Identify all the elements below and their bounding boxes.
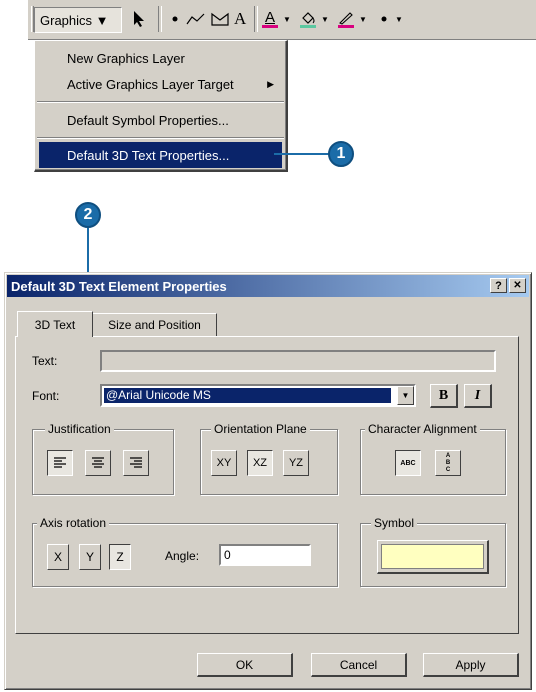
tab-panel: Text: Font: @Arial Unicode MS ▼ B I Just… — [15, 336, 519, 634]
plane-yz-button[interactable]: YZ — [283, 450, 309, 476]
italic-button[interactable]: I — [464, 384, 492, 408]
axis-y-button[interactable]: Y — [79, 544, 101, 570]
font-dropdown-button[interactable]: ▼ — [397, 386, 414, 405]
axis-rotation-group: Axis rotation X Y Z Angle: 0 — [32, 516, 338, 587]
apply-button[interactable]: Apply — [423, 653, 519, 677]
symbol-group: Symbol — [360, 516, 506, 587]
align-left-icon — [54, 457, 66, 468]
font-color-icon[interactable]: A — [262, 8, 278, 30]
marker-color-dropdown-icon[interactable]: ▼ — [395, 8, 403, 30]
point-tool-icon[interactable] — [171, 8, 179, 30]
character-alignment-group: Character Alignment ABC A B C — [360, 422, 506, 495]
vertical-alignment-button[interactable]: A B C — [435, 450, 461, 476]
fill-color-icon[interactable] — [300, 8, 316, 30]
submenu-arrow-icon: ▶ — [267, 78, 274, 89]
horizontal-alignment-button[interactable]: ABC — [395, 450, 421, 476]
dialog-title-bar[interactable]: Default 3D Text Element Properties ? ✕ — [7, 275, 529, 297]
text-tool-icon[interactable]: A — [234, 8, 246, 30]
graphics-menu-label: Graphics ▼ — [40, 12, 109, 28]
graphics-toolbar: Graphics ▼ A A ▼ ▼ ▼ ▼ — [28, 0, 536, 40]
callout-1: 1 — [328, 141, 354, 167]
menu-separator — [37, 101, 284, 103]
marker-color-icon[interactable] — [380, 8, 388, 30]
symbol-button[interactable] — [377, 540, 489, 574]
dialog-window: Default 3D Text Element Properties ? ✕ 3… — [4, 272, 532, 690]
align-left-button[interactable] — [47, 450, 73, 476]
align-center-icon — [92, 457, 104, 468]
menu-item-active-graphics-layer-target[interactable]: Active Graphics Layer Target ▶ — [39, 71, 282, 97]
tab-3d-text[interactable]: 3D Text — [17, 311, 93, 337]
close-button[interactable]: ✕ — [509, 278, 526, 293]
graphics-dropdown-menu: New Graphics Layer Active Graphics Layer… — [34, 40, 288, 172]
align-center-button[interactable] — [85, 450, 111, 476]
plane-xy-button[interactable]: XY — [211, 450, 237, 476]
orientation-plane-group: Orientation Plane XY XZ YZ — [200, 422, 338, 495]
symbol-swatch — [381, 544, 484, 569]
cancel-button[interactable]: Cancel — [311, 653, 407, 677]
axis-x-button[interactable]: X — [47, 544, 69, 570]
font-color-dropdown-icon[interactable]: ▼ — [283, 8, 291, 30]
font-color-swatch — [262, 25, 278, 28]
align-right-button[interactable] — [123, 450, 149, 476]
plane-xz-button[interactable]: XZ — [247, 450, 273, 476]
ok-button[interactable]: OK — [197, 653, 293, 677]
angle-input[interactable]: 0 — [219, 544, 311, 566]
close-icon: ✕ — [513, 280, 522, 291]
align-right-icon — [130, 457, 142, 468]
axis-z-button[interactable]: Z — [109, 544, 131, 570]
toolbar-separator — [254, 6, 258, 32]
fill-color-dropdown-icon[interactable]: ▼ — [321, 8, 329, 30]
fill-color-swatch — [300, 24, 316, 28]
toolbar-separator — [158, 6, 162, 32]
text-label: Text: — [32, 354, 58, 368]
tab-size-and-position[interactable]: Size and Position — [93, 313, 217, 336]
bold-button[interactable]: B — [430, 384, 458, 408]
text-input[interactable] — [100, 350, 496, 372]
line-color-dropdown-icon[interactable]: ▼ — [359, 8, 367, 30]
font-select[interactable]: @Arial Unicode MS ▼ — [100, 384, 416, 407]
graphics-menu-button[interactable]: Graphics ▼ — [34, 7, 122, 33]
line-color-icon[interactable] — [338, 8, 354, 30]
callout-2: 2 — [75, 202, 101, 228]
font-select-value: @Arial Unicode MS — [103, 387, 392, 404]
menu-item-default-3d-text-properties[interactable]: Default 3D Text Properties... — [39, 142, 282, 168]
line-color-swatch — [338, 24, 354, 28]
polygon-tool-icon[interactable] — [211, 8, 229, 30]
font-label: Font: — [32, 389, 60, 403]
help-button[interactable]: ? — [490, 278, 507, 293]
justification-group: Justification — [32, 422, 174, 495]
chevron-down-icon: ▼ — [401, 391, 410, 400]
angle-label: Angle: — [165, 549, 200, 563]
menu-item-new-graphics-layer[interactable]: New Graphics Layer — [39, 45, 282, 71]
dialog-title: Default 3D Text Element Properties — [11, 278, 227, 294]
menu-item-default-symbol-properties[interactable]: Default Symbol Properties... — [39, 107, 282, 133]
line-tool-icon[interactable] — [186, 8, 206, 30]
select-elements-icon[interactable] — [132, 8, 146, 30]
menu-separator — [37, 137, 284, 139]
